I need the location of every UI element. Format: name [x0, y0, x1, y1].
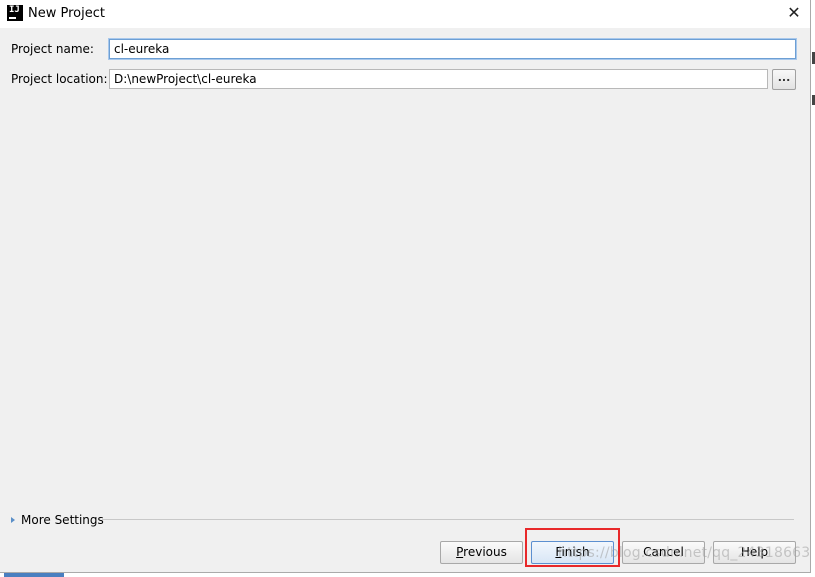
more-settings-label: More Settings	[21, 513, 104, 527]
new-project-dialog: IJ New Project ✕ Project name: cl-eureka…	[0, 0, 811, 573]
background-bottom-edge	[0, 573, 815, 577]
app-icon-bar	[9, 17, 16, 19]
background-window-edge	[811, 0, 815, 577]
previous-button[interactable]: Previous	[440, 541, 523, 564]
more-settings-toggle[interactable]: More Settings	[11, 513, 104, 529]
title-bar[interactable]: IJ New Project ✕	[0, 0, 810, 28]
project-location-input[interactable]: D:\newProject\cl-eureka	[109, 69, 768, 89]
app-icon-text: IJ	[9, 5, 20, 15]
project-name-input[interactable]: cl-eureka	[109, 39, 796, 59]
browse-button[interactable]: ...	[772, 69, 796, 90]
project-location-label: Project location:	[11, 72, 108, 86]
expand-arrow-icon	[11, 517, 15, 523]
annotation-highlight-box	[525, 528, 620, 567]
intellij-icon: IJ	[7, 5, 23, 21]
help-button[interactable]: Help	[713, 541, 796, 564]
previous-label: revious	[463, 545, 507, 559]
project-name-label: Project name:	[11, 42, 94, 56]
cancel-button[interactable]: Cancel	[622, 541, 705, 564]
background-selection	[4, 573, 64, 577]
more-settings-divider	[102, 519, 794, 520]
window-title: New Project	[28, 6, 105, 21]
close-icon[interactable]: ✕	[781, 2, 807, 26]
